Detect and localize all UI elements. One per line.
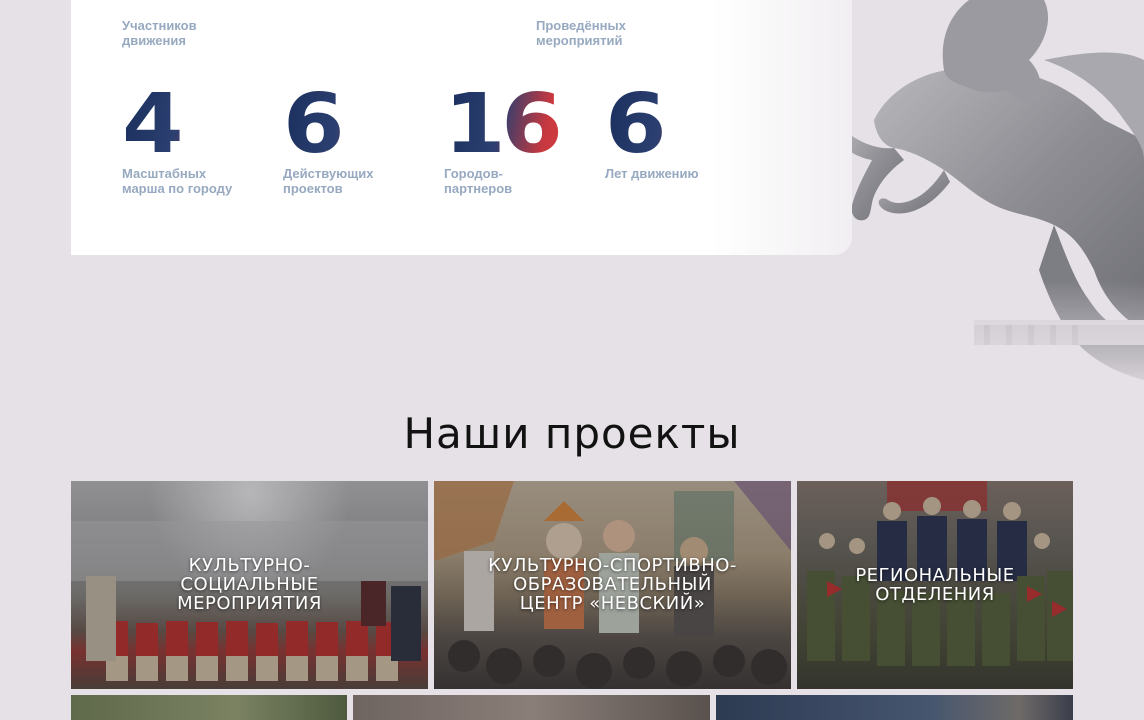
project-card-title: РЕГИОНАЛЬНЫЕ ОТДЕЛЕНИЯ [855, 565, 1015, 605]
section-title: Наши проекты [403, 409, 741, 458]
stat-label-events: Проведённых мероприятий [536, 18, 626, 48]
project-photo [716, 695, 1073, 720]
stat-projects: 6 Действующих проектов [283, 80, 433, 197]
project-card-row2-2[interactable] [353, 695, 710, 720]
project-card-regional-branches[interactable]: РЕГИОНАЛЬНЫЕ ОТДЕЛЕНИЯ [797, 481, 1073, 689]
stat-value: 6 [283, 80, 445, 170]
stat-value: 4 [122, 80, 284, 170]
stat-label: Масштабных марша по городу [122, 166, 233, 196]
stat-label: Лет движению [605, 166, 699, 181]
stat-partner-cities: 16 Городов- партнеров [444, 80, 594, 197]
stat-marches: 4 Масштабных марша по городу [122, 80, 272, 197]
stat-label: Действующих проектов [283, 166, 374, 196]
project-card-title: КУЛЬТУРНО-СПОРТИВНО- ОБРАЗОВАТЕЛЬНЫЙ ЦЕН… [488, 555, 737, 614]
stat-value: 6 [605, 80, 767, 170]
page: Участников движения Проведённых мероприя… [0, 0, 1144, 720]
stat-label: Городов- партнеров [444, 166, 513, 196]
project-photo [71, 695, 347, 720]
stat-years: 6 Лет движению [605, 80, 755, 182]
project-card-nevsky-center[interactable]: КУЛЬТУРНО-СПОРТИВНО- ОБРАЗОВАТЕЛЬНЫЙ ЦЕН… [434, 481, 791, 689]
project-photo [353, 695, 710, 720]
project-card-title: КУЛЬТУРНО- СОЦИАЛЬНЫЕ МЕРОПРИЯТИЯ [177, 555, 322, 614]
stat-value: 16 [444, 80, 606, 170]
stats-card: Участников движения Проведённых мероприя… [71, 0, 852, 255]
project-card-cultural-social[interactable]: КУЛЬТУРНО- СОЦИАЛЬНЫЕ МЕРОПРИЯТИЯ [71, 481, 428, 689]
project-card-row2-1[interactable] [71, 695, 347, 720]
stat-label-participants: Участников движения [122, 18, 197, 48]
project-card-row2-3[interactable] [716, 695, 1073, 720]
